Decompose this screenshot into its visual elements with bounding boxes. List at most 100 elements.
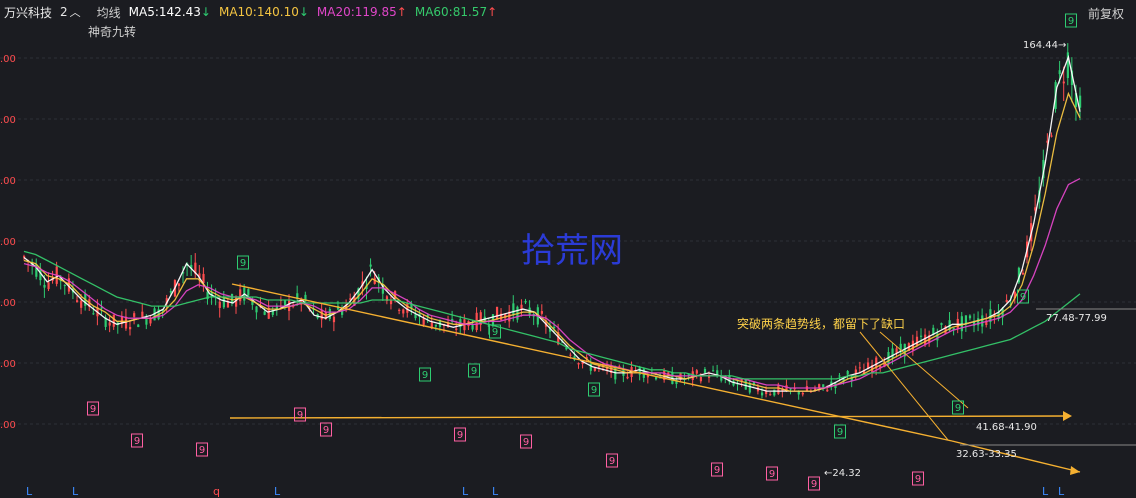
candle-body	[915, 336, 919, 346]
nine-turn-top-label: 9	[492, 327, 498, 338]
bottom-marker: L	[1058, 485, 1065, 498]
candle-body	[141, 311, 144, 317]
nine-turn-top-label: 9	[1068, 16, 1074, 27]
candle-body	[540, 311, 544, 314]
candle-body	[239, 289, 242, 302]
candle-body	[471, 324, 474, 330]
candle-body	[695, 370, 698, 374]
bottom-marker: L	[26, 485, 33, 498]
nine-turn-top-label: 9	[471, 366, 477, 377]
nine-turn-bottom-label: 9	[457, 430, 463, 441]
y-tick-label: .00	[0, 420, 16, 431]
candle-body	[822, 384, 825, 388]
candle-body	[826, 389, 829, 392]
bottom-marker: L	[492, 485, 499, 498]
ma20-line	[23, 178, 1081, 389]
candle-body	[512, 303, 515, 316]
price-label-gap2: 41.68-41.90	[976, 422, 1037, 433]
candle-body	[218, 301, 221, 308]
candle-body	[455, 328, 458, 331]
candle-body	[63, 285, 66, 287]
arrow-head-icon	[1070, 466, 1080, 475]
candle-body	[288, 299, 291, 312]
candle-body	[169, 291, 172, 293]
candle-body	[699, 377, 703, 382]
candle-body	[222, 297, 225, 308]
candle-body	[389, 300, 393, 305]
candle-body	[495, 306, 499, 320]
kline-chart[interactable]: .00 .00 .00 .00 .00 .00 .00 突破两条趋势线，都留下了缺口 164.4…	[0, 0, 1136, 498]
y-tick-label: .00	[0, 237, 16, 248]
trendlines	[229, 283, 1081, 475]
price-label-high: 164.44→	[1023, 40, 1066, 51]
candle-body	[402, 309, 405, 314]
horizontal-trendline	[229, 415, 1069, 419]
candle-body	[1058, 70, 1061, 75]
candle-body	[434, 324, 437, 327]
nine-turn-top-label: 9	[422, 370, 428, 381]
watermark-text: 拾荒网	[521, 231, 623, 271]
candle-body	[569, 354, 572, 356]
bottom-marker: L	[72, 485, 79, 498]
y-tick-label: .00	[0, 298, 16, 309]
candle-body	[846, 370, 849, 375]
nine-turn-top-label: 9	[837, 427, 843, 438]
candle-body	[654, 377, 658, 380]
candle-body	[777, 385, 780, 394]
candle-body	[1050, 135, 1053, 137]
candle-body	[712, 370, 715, 372]
arrow-head-icon	[1063, 411, 1072, 421]
bottom-marker: q	[213, 485, 220, 498]
y-tick-label: .00	[0, 54, 16, 65]
nine-turn-bottom-label: 9	[609, 456, 615, 467]
candle-body	[247, 289, 250, 296]
nine-turn-bottom-label: 9	[90, 404, 96, 415]
nine-turn-bottom-label: 9	[323, 425, 329, 436]
candle-body	[968, 315, 972, 319]
candle-body	[895, 348, 898, 353]
nine-turn-top-label: 9	[240, 258, 246, 269]
candle-body	[133, 313, 136, 317]
candle-body	[769, 394, 772, 396]
candle-body	[80, 300, 83, 308]
candle-body	[43, 284, 46, 288]
candle-body	[137, 324, 140, 328]
price-label-gap3: 32.63-33.35	[956, 449, 1017, 460]
candle-body	[577, 363, 580, 365]
nine-turn-bottom-label: 9	[811, 479, 817, 490]
candle-body	[263, 311, 266, 315]
candle-body	[1005, 299, 1008, 303]
candle-body	[940, 323, 943, 325]
candle-body	[108, 322, 111, 326]
candle-body	[92, 313, 95, 315]
candle-body	[47, 282, 50, 290]
candle-body	[919, 335, 923, 337]
nine-turn-top-label: 9	[1020, 292, 1026, 303]
nine-turn-bottom-label: 9	[714, 465, 720, 476]
candle-body	[858, 367, 862, 369]
candle-body	[76, 300, 79, 302]
annotation-text: 突破两条趋势线，都留下了缺口	[737, 316, 905, 331]
candle-body	[981, 315, 984, 327]
candle-body	[818, 384, 821, 388]
nine-turn-top-label: 9	[591, 385, 597, 396]
y-tick-label: .00	[0, 176, 16, 187]
nine-turn-bottom-label: 9	[134, 436, 140, 447]
candle-body	[149, 318, 152, 324]
price-label-gap1: 77.48-77.99	[1046, 313, 1107, 324]
candle-body	[414, 314, 417, 319]
candle-body	[956, 318, 959, 329]
candle-body	[1062, 81, 1065, 84]
candle-body	[177, 283, 181, 286]
candle-body	[112, 314, 115, 327]
nine-turn-top-label: 9	[955, 403, 961, 414]
candle-body	[230, 293, 234, 303]
candle-body	[332, 316, 336, 323]
price-label-low: ←24.32	[824, 468, 861, 479]
candle-body	[1021, 272, 1025, 275]
nine-turn-bottom-label: 9	[523, 437, 529, 448]
candle-body	[369, 264, 372, 267]
candle-body	[789, 388, 792, 390]
candle-body	[760, 392, 764, 396]
candle-body	[255, 306, 258, 313]
